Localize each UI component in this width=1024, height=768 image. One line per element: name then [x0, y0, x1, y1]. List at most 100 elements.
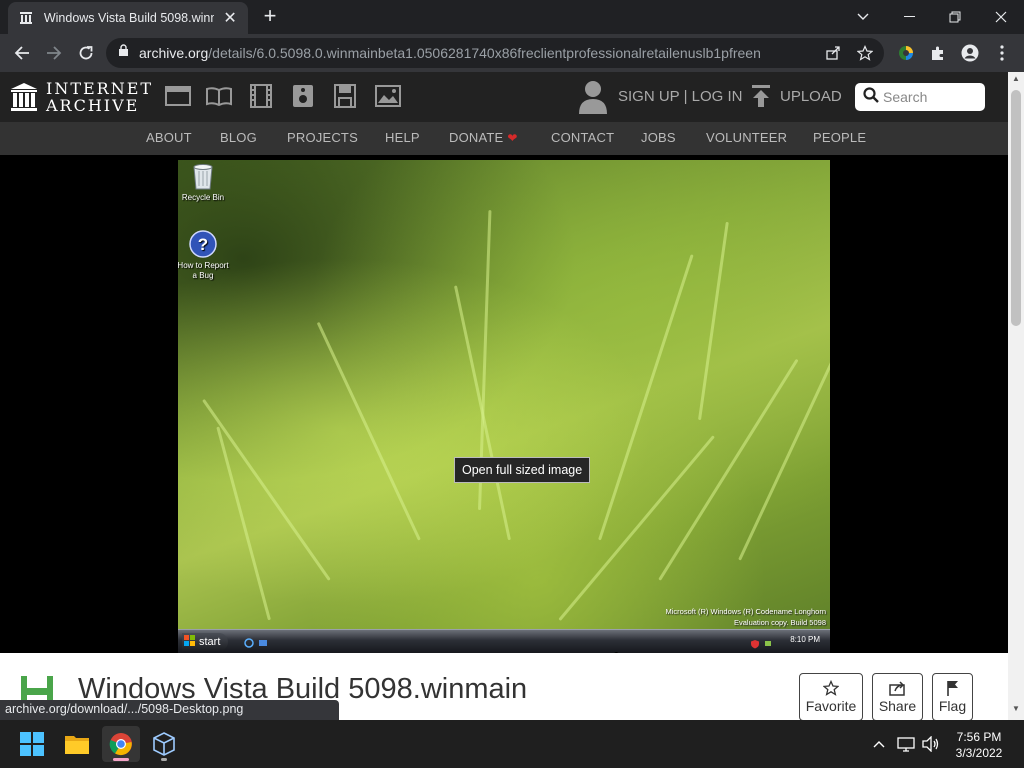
grass-blade — [316, 321, 421, 541]
chrome-menu-icon[interactable] — [992, 43, 1012, 63]
watermark-line2: Evaluation copy. Build 5098 — [733, 618, 826, 627]
ia-logo[interactable]: INTERNET ARCHIVE — [10, 80, 153, 114]
ia-logo-line1: INTERNET — [46, 79, 154, 98]
open-full-image-tooltip: Open full sized image — [454, 457, 591, 483]
grass-blade — [698, 221, 729, 421]
desktop-icon-recycle-bin[interactable]: Recycle Bin — [178, 162, 230, 203]
nav-help[interactable]: HELP — [385, 130, 420, 145]
tab-close-icon[interactable]: ✕ — [222, 8, 238, 28]
tab-title: Windows Vista Build 5098.winmain — [43, 11, 214, 25]
ia-logo-temple-icon — [11, 83, 37, 111]
share-page-icon[interactable] — [824, 44, 842, 62]
scroll-down-arrow-icon[interactable]: ▼ — [1008, 704, 1024, 718]
ia-search-box[interactable] — [855, 83, 985, 111]
audio-icon[interactable] — [290, 84, 316, 108]
web-page: INTERNET ARCHIVE SIGN UP | LOG IN UPLOAD… — [0, 72, 1008, 720]
video-icon[interactable] — [248, 84, 274, 108]
url-domain: archive.org — [139, 45, 209, 61]
scroll-up-arrow-icon[interactable]: ▲ — [1008, 74, 1024, 88]
nav-blog[interactable]: BLOG — [220, 130, 257, 145]
windows-flag-icon — [184, 635, 195, 649]
share-icon — [873, 678, 922, 698]
grass-blade — [453, 285, 511, 541]
grass-blade — [738, 323, 830, 561]
back-arrow-icon[interactable] — [8, 39, 36, 67]
scroll-thumb[interactable] — [1011, 90, 1021, 326]
restore-button[interactable] — [932, 0, 978, 34]
desktop-screenshot-image[interactable]: Recycle Bin ? How to Report a Bug Micros… — [178, 160, 830, 653]
bookmark-star-icon[interactable] — [856, 44, 874, 62]
image-viewer: Recycle Bin ? How to Report a Bug Micros… — [0, 155, 1008, 672]
ia-top-bar: INTERNET ARCHIVE SIGN UP | LOG IN UPLOAD… — [0, 72, 1008, 122]
volume-icon[interactable] — [921, 734, 941, 754]
url-text: archive.org/details/6.0.5098.0.winmainbe… — [139, 45, 761, 61]
new-tab-button[interactable]: + — [258, 4, 282, 28]
nav-people[interactable]: PEOPLE — [813, 130, 866, 145]
screenshot-start-button: start — [182, 633, 229, 651]
texts-icon[interactable] — [206, 84, 232, 108]
forward-arrow-icon[interactable] — [40, 39, 68, 67]
screenshot-start-label: start — [199, 636, 221, 648]
software-icon[interactable] — [332, 84, 358, 108]
user-avatar-icon[interactable] — [578, 80, 608, 114]
heart-icon: ❤ — [507, 131, 518, 145]
quicklaunch-ie-icon — [244, 635, 254, 653]
address-bar[interactable]: archive.org/details/6.0.5098.0.winmainbe… — [106, 38, 884, 68]
quicklaunch-desktop-icon — [258, 635, 268, 653]
flag-label: Flag — [938, 698, 967, 714]
browser-tabstrip: Windows Vista Build 5098.winmain ✕ + — [0, 0, 1024, 34]
internet-archive-icon — [18, 10, 34, 26]
link-status-bubble: archive.org/download/.../5098-Desktop.pn… — [0, 700, 339, 720]
share-label: Share — [878, 698, 917, 714]
screenshot-clock: 8:10 PM — [790, 635, 820, 644]
tray-clock[interactable]: 7:56 PM 3/3/2022 — [946, 729, 1012, 761]
nav-projects[interactable]: PROJECTS — [287, 130, 358, 145]
upload-icon[interactable] — [750, 84, 772, 108]
search-input[interactable] — [883, 89, 979, 105]
grass-blade — [658, 358, 799, 581]
profile-avatar-icon[interactable] — [960, 43, 980, 63]
flag-button[interactable]: Flag — [932, 673, 973, 720]
virtualbox-icon[interactable] — [145, 726, 183, 762]
extensions-puzzle-icon[interactable] — [928, 43, 948, 63]
nav-volunteer[interactable]: VOLUNTEER — [706, 130, 787, 145]
signup-login-link[interactable]: SIGN UP | LOG IN — [618, 88, 742, 105]
show-hidden-icons-chevron-icon[interactable] — [869, 734, 889, 754]
browser-toolbar: archive.org/details/6.0.5098.0.winmainbe… — [0, 34, 1024, 72]
watermark-line1: Microsoft (R) Windows (R) Codename Longh… — [665, 607, 826, 616]
desktop-icon-label: Recycle Bin — [181, 193, 225, 202]
favorite-label: Favorite — [805, 698, 857, 714]
reload-icon[interactable] — [72, 39, 100, 67]
lock-icon — [118, 44, 129, 62]
nav-donate[interactable]: DONATE ❤ — [449, 130, 518, 145]
minimize-button[interactable] — [886, 0, 932, 34]
extension-colorful-icon[interactable] — [896, 43, 916, 63]
file-explorer-icon[interactable] — [58, 726, 96, 762]
browser-tab[interactable]: Windows Vista Build 5098.winmain ✕ — [8, 2, 248, 34]
url-path: /details/6.0.5098.0.winmainbeta1.0506281… — [208, 45, 761, 61]
running-app-indicator — [161, 758, 167, 761]
chrome-icon[interactable] — [102, 726, 140, 762]
start-icon[interactable] — [13, 726, 51, 762]
upload-link[interactable]: UPLOAD — [780, 88, 842, 105]
tray-network-icon — [764, 636, 774, 653]
star-icon — [800, 678, 862, 698]
build-watermark: Microsoft (R) Windows (R) Codename Longh… — [666, 606, 826, 628]
web-icon[interactable] — [165, 84, 191, 108]
flag-icon — [933, 678, 972, 698]
page-scrollbar[interactable]: ▲ ▼ — [1008, 72, 1024, 720]
images-icon[interactable] — [375, 84, 401, 108]
network-icon[interactable] — [896, 734, 916, 754]
ia-logo-line2: ARCHIVE — [46, 96, 140, 115]
clock-time: 7:56 PM — [956, 730, 1002, 744]
favorite-button[interactable]: Favorite — [799, 673, 863, 720]
nav-contact[interactable]: CONTACT — [551, 130, 614, 145]
nav-jobs[interactable]: JOBS — [641, 130, 676, 145]
svg-text:?: ? — [198, 235, 208, 254]
desktop-icon-report-bug[interactable]: ? How to Report a Bug — [178, 230, 230, 281]
share-button[interactable]: Share — [872, 673, 923, 720]
tab-search-chevron-icon[interactable] — [840, 0, 886, 34]
nav-about[interactable]: ABOUT — [146, 130, 192, 145]
close-window-button[interactable] — [978, 0, 1024, 34]
recycle-bin-icon — [189, 162, 217, 190]
